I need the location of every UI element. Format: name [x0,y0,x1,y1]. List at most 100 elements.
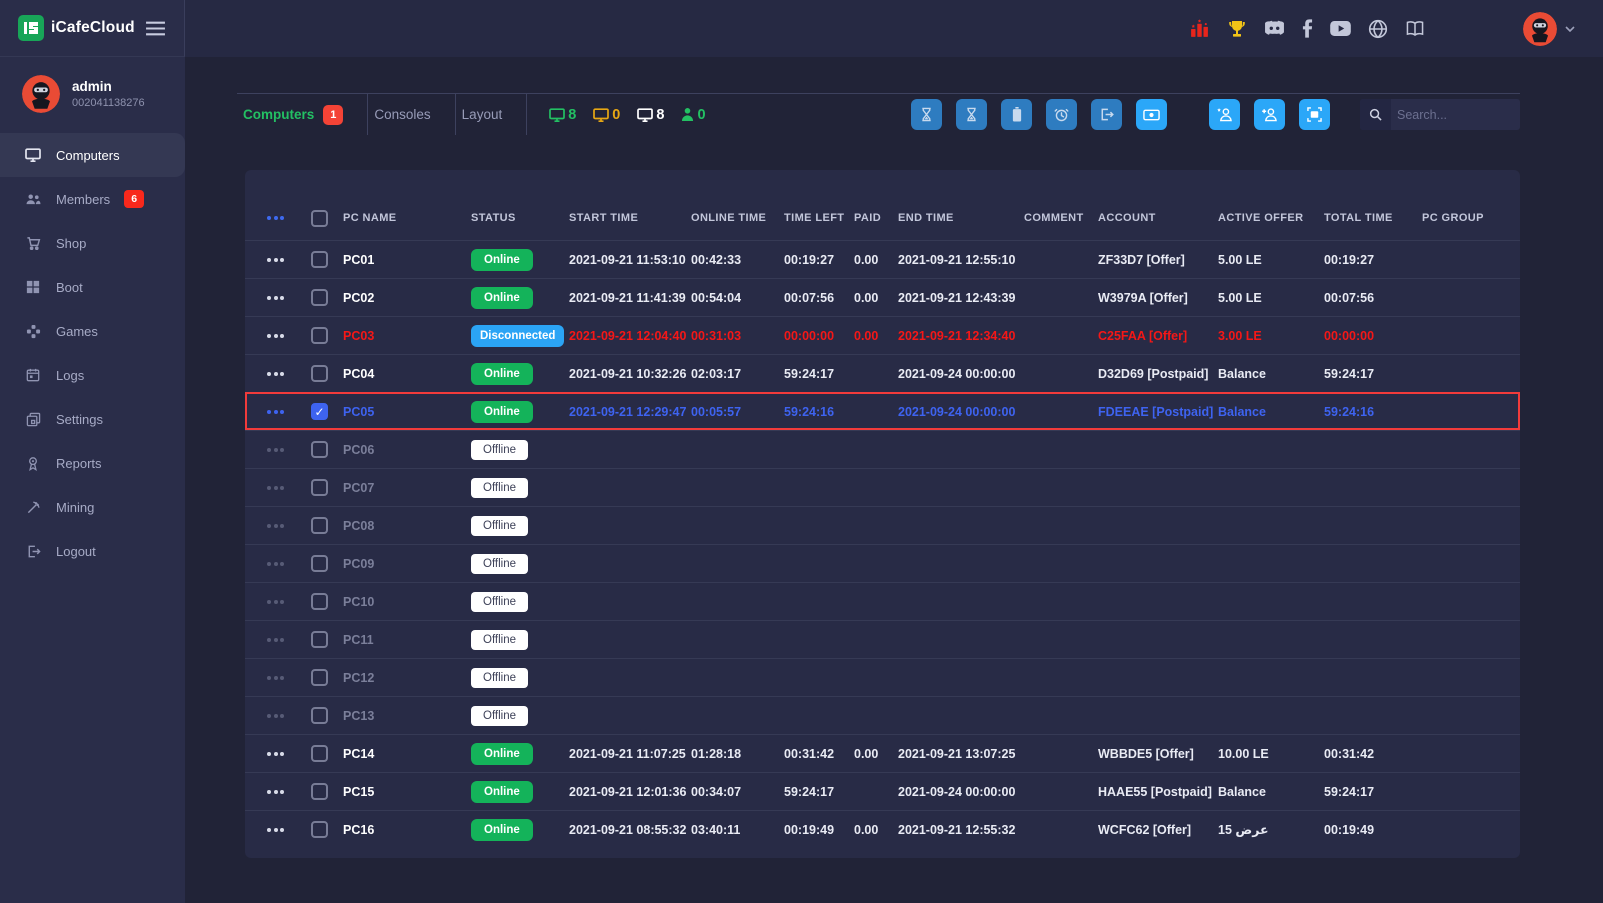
row-actions-menu-icon[interactable] [267,524,311,528]
counter-value: 0 [697,107,705,123]
paid: 0.00 [854,329,898,343]
row-actions-menu-icon[interactable] [267,448,311,452]
add-user-star-button[interactable] [1209,99,1240,130]
add-user-star-icon [1216,107,1233,122]
row-actions-menu-icon[interactable] [267,486,311,490]
row-checkbox[interactable] [311,669,328,686]
search-input[interactable] [1391,108,1520,122]
row-checkbox[interactable] [311,783,328,800]
table-body: PC01 Online 2021-09-21 11:53:10 00:42:33… [245,240,1520,848]
row-checkbox[interactable] [311,631,328,648]
sidebar-item-games[interactable]: Games [0,309,185,353]
row-checkbox[interactable] [311,365,328,382]
monitor-counter[interactable]: 8 [637,107,664,123]
sidebar-item-logout[interactable]: Logout [0,529,185,573]
status-badge: Online [471,363,533,385]
menu-toggle-icon[interactable] [145,21,166,36]
row-actions-menu-icon[interactable] [267,258,311,262]
hourglass-button[interactable] [911,99,942,130]
row-checkbox[interactable] [311,821,328,838]
tab-computers[interactable]: Computers 1 [237,94,367,135]
tab-layout[interactable]: Layout [456,94,527,135]
row-checkbox[interactable] [311,327,328,344]
row-actions-menu-icon[interactable] [267,752,311,756]
sidebar-item-boot[interactable]: Boot [0,265,185,309]
person-icon [681,107,694,122]
row-checkbox[interactable] [311,479,328,496]
trophy-icon[interactable] [1227,19,1247,39]
counter-value: 8 [568,107,576,123]
row-checkbox[interactable] [311,593,328,610]
account: C25FAA [Offer] [1098,329,1218,343]
user-menu[interactable] [1523,12,1575,46]
sidebar-item-logs[interactable]: Logs [0,353,185,397]
tab-consoles[interactable]: Consoles [368,94,454,135]
pc-name: PC12 [343,671,471,685]
sidebar-item-computers[interactable]: Computers [0,133,185,177]
globe-icon[interactable] [1368,19,1388,39]
row-actions-menu-icon[interactable] [267,638,311,642]
row-actions-menu-icon[interactable] [267,296,311,300]
tab-separator [526,94,527,135]
sidebar-item-label: Boot [56,280,83,295]
screenshot-button[interactable] [1299,99,1330,130]
tab-bar: Computers 1 Consoles Layout 8 0 8 0 [237,93,1520,135]
hourglass-button[interactable] [956,99,987,130]
monitor-counter[interactable]: 8 [549,107,576,123]
row-checkbox[interactable] [311,289,328,306]
account: WCFC62 [Offer] [1098,823,1218,837]
pc-name: PC08 [343,519,471,533]
status-cell: Offline [471,554,569,574]
ranking-icon[interactable] [1189,18,1210,39]
time-left: 00:19:27 [784,253,854,267]
youtube-icon[interactable] [1330,21,1351,36]
row-checkbox[interactable] [311,555,328,572]
account: ZF33D7 [Offer] [1098,253,1218,267]
row-checkbox[interactable]: ✓ [311,403,328,420]
sidebar-item-shop[interactable]: Shop [0,221,185,265]
money-button[interactable] [1136,99,1167,130]
alarm-button[interactable] [1046,99,1077,130]
sidebar-item-reports[interactable]: Reports [0,441,185,485]
row-actions-menu-icon[interactable] [267,334,311,338]
row-actions-menu-icon[interactable] [267,676,311,680]
row-actions-menu-icon[interactable] [267,372,311,376]
discord-icon[interactable] [1264,20,1285,37]
row-actions-menu-icon[interactable] [267,410,311,414]
sidebar-item-mining[interactable]: Mining [0,485,185,529]
table-row: PC04 Online 2021-09-21 10:32:26 02:03:17… [245,354,1520,392]
header-actions-menu-icon[interactable] [267,216,311,220]
row-actions-menu-icon[interactable] [267,600,311,604]
screenshot-icon [1307,107,1322,122]
row-actions-menu-icon[interactable] [267,562,311,566]
pc-name: PC03 [343,329,471,343]
monitor-counter[interactable]: 0 [593,107,620,123]
user-avatar[interactable] [1523,12,1557,46]
person-counter[interactable]: 0 [681,107,705,123]
online-time: 00:34:07 [691,785,784,799]
signout-button[interactable] [1091,99,1122,130]
row-checkbox[interactable] [311,707,328,724]
monitor-icon [637,107,653,123]
book-icon[interactable] [1405,20,1425,37]
row-checkbox[interactable] [311,745,328,762]
facebook-icon[interactable] [1302,19,1313,38]
row-checkbox[interactable] [311,441,328,458]
battery-button[interactable] [1001,99,1032,130]
row-actions-menu-icon[interactable] [267,790,311,794]
col-header: ONLINE TIME [691,212,784,224]
chevron-down-icon[interactable] [1565,26,1575,32]
row-checkbox[interactable] [311,517,328,534]
row-actions-menu-icon[interactable] [267,828,311,832]
status-badge: Offline [471,592,528,612]
total-time: 59:24:17 [1324,785,1422,799]
col-header: COMMENT [1024,212,1098,224]
sidebar-item-members[interactable]: Members 6 [0,177,185,221]
sidebar-item-settings[interactable]: Settings [0,397,185,441]
time-left: 59:24:17 [784,785,854,799]
add-user-button[interactable] [1254,99,1285,130]
row-checkbox[interactable] [311,251,328,268]
select-all-checkbox[interactable] [311,210,328,227]
row-actions-menu-icon[interactable] [267,714,311,718]
status-badge: Offline [471,668,528,688]
